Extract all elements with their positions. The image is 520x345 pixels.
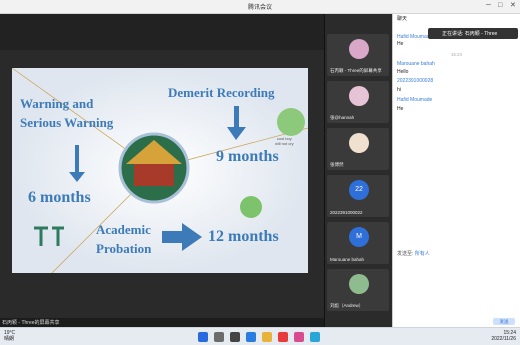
avatar — [349, 133, 369, 153]
chat-message: He — [397, 41, 404, 47]
chat-message: Hello — [397, 69, 409, 75]
avatar — [349, 86, 369, 106]
chat-sender: Hafid Moumade — [397, 97, 433, 103]
send-to-selector[interactable]: 发送至: 所有人 — [397, 250, 430, 257]
taskview-icon[interactable] — [230, 332, 240, 342]
close-icon[interactable]: ✕ — [510, 2, 516, 10]
chat-message: hi — [397, 87, 401, 93]
frog-sticker — [277, 108, 305, 136]
participant-tile[interactable]: 石丙颖 - Three的屏幕共享 — [327, 34, 389, 76]
meeting-app-icon[interactable] — [310, 332, 320, 342]
clock[interactable]: 15:24 2022/11/26 — [491, 330, 516, 342]
participant-tile[interactable]: 张博然 — [327, 128, 389, 170]
slide-text-warning: Warning and — [20, 96, 94, 111]
app-icon[interactable] — [278, 332, 288, 342]
avatar — [349, 39, 369, 59]
speaking-notification: 正在讲话: 石丙颖 - Three — [428, 28, 518, 39]
sticker-caption: cool boy will not cry — [275, 136, 294, 146]
participant-tile[interactable]: 张@hannah — [327, 81, 389, 123]
app-window: 腾讯会议 ─ □ ✕ Warning and Serious Warning 6… — [0, 0, 520, 345]
title-bar: 腾讯会议 ─ □ ✕ — [0, 0, 520, 14]
slide-text-demerit: Demerit Recording — [168, 85, 275, 100]
slide-text-probation: Probation — [96, 241, 152, 256]
chat-timestamp: 15:24 — [450, 52, 463, 57]
chat-sender: 2022391000028 — [397, 78, 434, 84]
share-label-bar: 石丙颖 - Three的屏幕共享 — [0, 318, 324, 327]
send-button[interactable]: 发送 — [493, 318, 515, 325]
participant-tile[interactable]: 22 2022391000022 — [327, 175, 389, 217]
slide-text-9months: 9 months — [216, 148, 279, 165]
shared-slide: Warning and Serious Warning 6 months Dem… — [12, 68, 308, 273]
slide-text-serious: Serious Warning — [20, 115, 114, 130]
share-label: 石丙颖 - Three的屏幕共享 — [2, 320, 60, 326]
arrow-right-icon — [162, 231, 184, 243]
slide-text-6months: 6 months — [28, 189, 91, 206]
participant-tile[interactable]: M Marouane bahah — [327, 222, 389, 264]
meeting-toolbar — [0, 14, 324, 50]
frog-sticker-2 — [240, 196, 262, 218]
slide-text-academic: Academic — [96, 222, 151, 237]
avatar: M — [349, 227, 369, 247]
maximize-icon[interactable]: □ — [498, 2, 502, 10]
chat-message: He — [397, 106, 404, 112]
participant-tile[interactable]: 刘彪（Andrew） — [327, 269, 389, 311]
start-icon[interactable] — [198, 332, 208, 342]
avatar — [349, 274, 369, 294]
participant-panel: 石丙颖 - Three的屏幕共享 张@hannah 张博然 22 2022391… — [324, 14, 392, 327]
chat-sender: Hafid Moumade — [397, 34, 433, 40]
chat-header: 聊天 — [397, 16, 408, 22]
slide-text-12months: 12 months — [208, 228, 279, 245]
arrow-down-icon — [75, 145, 79, 173]
taskbar: 19°C 晴朗 15:24 2022/11/26 — [0, 327, 520, 345]
weather-widget[interactable]: 19°C 晴朗 — [4, 330, 15, 342]
explorer-icon[interactable] — [262, 332, 272, 342]
app-icon[interactable] — [294, 332, 304, 342]
arrow-down-icon — [234, 106, 239, 128]
edge-icon[interactable] — [246, 332, 256, 342]
palace-wall — [134, 164, 174, 186]
search-icon[interactable] — [214, 332, 224, 342]
avatar: 22 — [349, 180, 369, 200]
chat-sender: Marouane bahah — [397, 61, 435, 67]
minimize-icon[interactable]: ─ — [486, 2, 491, 10]
window-title: 腾讯会议 — [247, 5, 272, 11]
chat-panel: 聊天 Hafid Moumade He 15:24 Marouane bahah… — [392, 14, 520, 327]
